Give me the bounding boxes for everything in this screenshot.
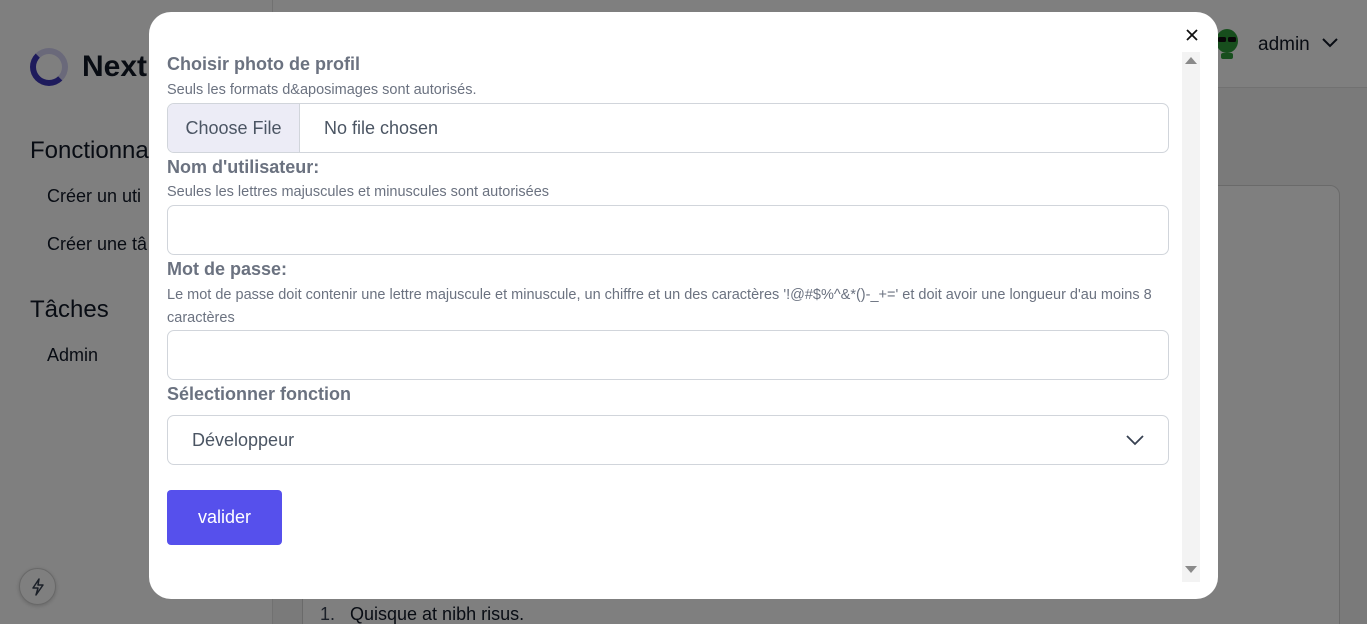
create-user-modal: Choisir photo de profil Seuls les format… (149, 12, 1218, 599)
password-label: Mot de passe: (167, 259, 288, 279)
photo-hint: Seuls les formats d&aposimages sont auto… (167, 82, 477, 98)
scrollbar[interactable] (1182, 52, 1200, 582)
photo-label: Choisir photo de profil (167, 54, 360, 74)
role-select[interactable]: Développeur (167, 415, 1169, 465)
submit-button[interactable]: valider (167, 490, 282, 545)
close-button[interactable] (1183, 26, 1201, 44)
role-select-value: Développeur (192, 429, 295, 450)
close-icon (1186, 29, 1198, 41)
file-status: No file chosen (324, 117, 439, 138)
scroll-up-arrow-icon[interactable] (1185, 57, 1197, 64)
photo-file-input[interactable]: Choose File No file chosen (167, 103, 1169, 153)
password-hint: Le mot de passe doit contenir une lettre… (167, 287, 1152, 326)
password-input[interactable] (167, 330, 1169, 380)
chevron-down-icon (1126, 435, 1144, 446)
choose-file-button[interactable]: Choose File (168, 104, 300, 152)
username-input[interactable] (167, 205, 1169, 255)
role-label: Sélectionner fonction (167, 384, 352, 404)
username-hint: Seules les lettres majuscules et minuscu… (167, 184, 550, 200)
username-label: Nom d'utilisateur: (167, 157, 320, 177)
scroll-down-arrow-icon[interactable] (1185, 566, 1197, 573)
